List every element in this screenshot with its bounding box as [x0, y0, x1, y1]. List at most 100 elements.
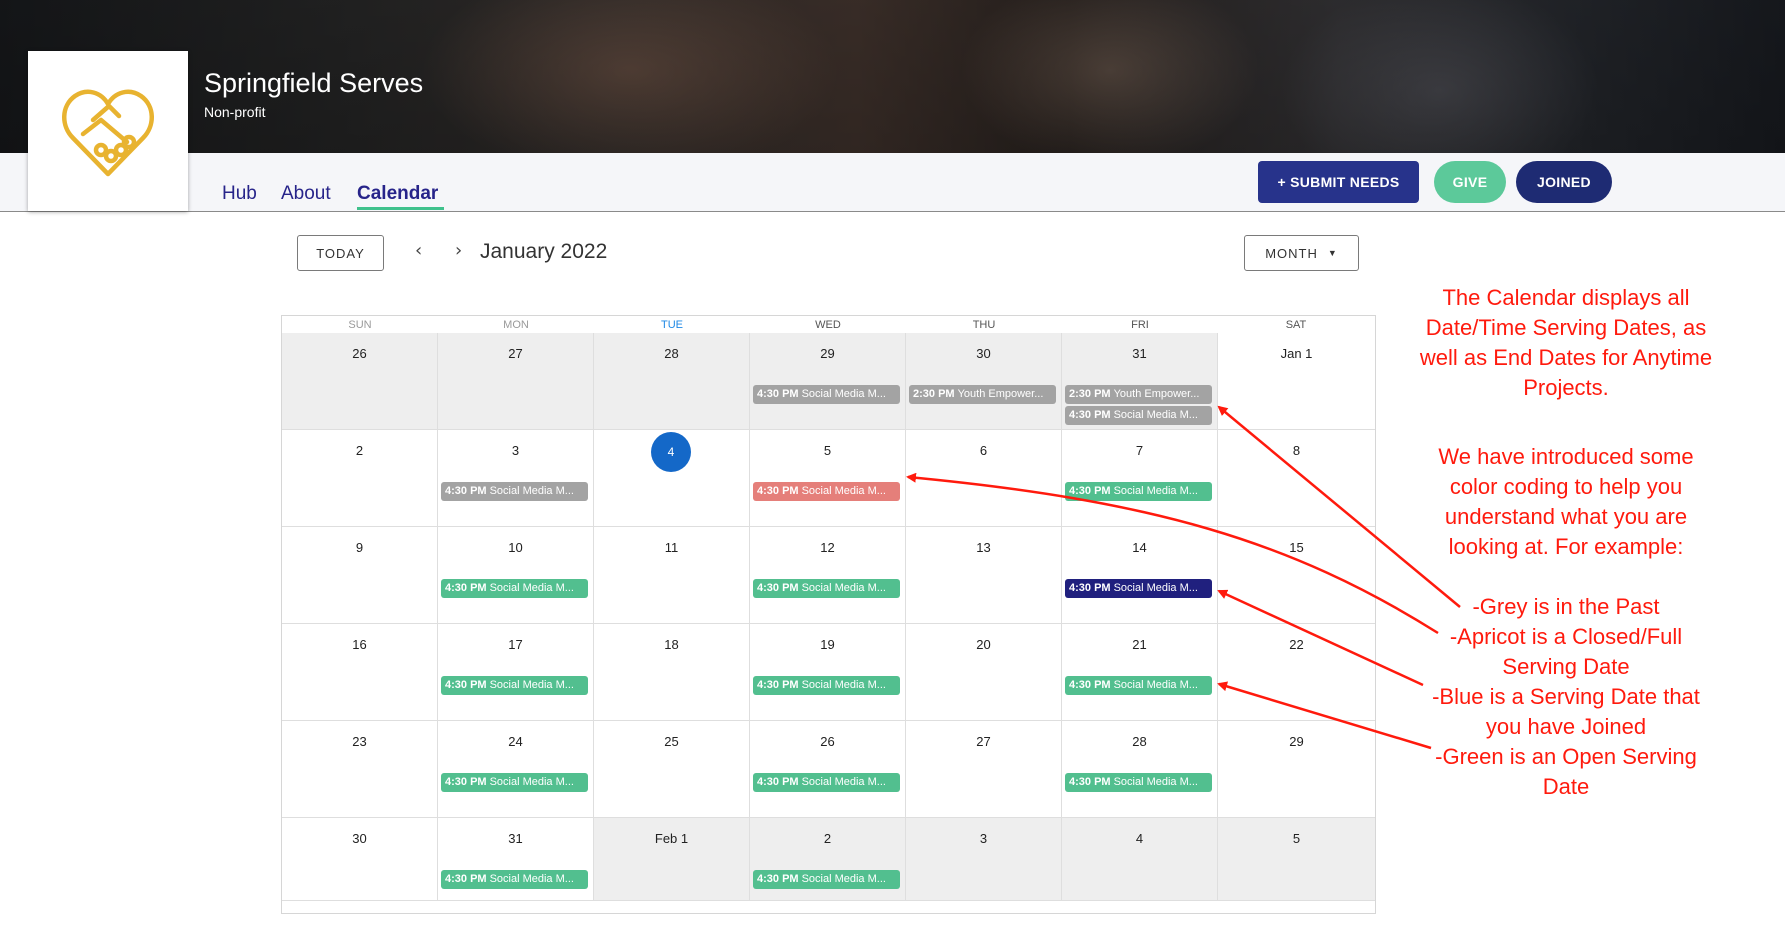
day-cell[interactable]: 14 4:30 PM Social Media M...	[1062, 527, 1218, 624]
day-cell[interactable]: 6	[906, 430, 1062, 527]
day-cell[interactable]: 16	[282, 624, 438, 721]
event-title: Social Media M...	[801, 679, 886, 691]
tab-calendar[interactable]: Calendar	[357, 183, 438, 205]
day-cell[interactable]: Jan 1	[1218, 333, 1375, 430]
day-cell[interactable]: 27	[906, 721, 1062, 818]
day-cell[interactable]: Feb 1	[594, 818, 750, 901]
day-cell[interactable]: 13	[906, 527, 1062, 624]
joined-button[interactable]: JOINED	[1516, 161, 1612, 203]
event-joined[interactable]: 4:30 PM Social Media M...	[1065, 579, 1212, 598]
day-cell[interactable]: 3	[906, 818, 1062, 901]
day-cell[interactable]: 21 4:30 PM Social Media M...	[1062, 624, 1218, 721]
day-number: 31	[508, 831, 523, 846]
day-cell[interactable]: 9	[282, 527, 438, 624]
annotation-legend-line: -Green is an Open Serving	[1435, 744, 1697, 769]
day-number: 3	[979, 831, 988, 846]
today-marker[interactable]: 4	[651, 432, 691, 472]
event-open[interactable]: 4:30 PM Social Media M...	[441, 773, 588, 792]
day-cell[interactable]: 31 2:30 PM Youth Empower... 4:30 PM Social M…	[1062, 333, 1218, 430]
day-number: 15	[1289, 540, 1304, 555]
event-title: Social Media M...	[489, 873, 574, 885]
day-cell[interactable]: 4	[594, 430, 750, 527]
event-past[interactable]: 4:30 PM Social Media M...	[1065, 406, 1212, 425]
event-past[interactable]: 4:30 PM Social Media M...	[441, 482, 588, 501]
day-cell[interactable]: 5	[1218, 818, 1375, 901]
day-cell[interactable]: 5 4:30 PM Social Media M...	[750, 430, 906, 527]
annotation-legend: -Grey is in the Past -Apricot is a Closed…	[1388, 592, 1744, 802]
day-number: 5	[1292, 831, 1301, 846]
event-open[interactable]: 4:30 PM Social Media M...	[1065, 773, 1212, 792]
day-cell[interactable]: 26 4:30 PM Social Media M...	[750, 721, 906, 818]
day-cell[interactable]: 10 4:30 PM Social Media M...	[438, 527, 594, 624]
day-number: Jan 1	[1280, 346, 1313, 361]
day-cell[interactable]: 19 4:30 PM Social Media M...	[750, 624, 906, 721]
day-cell[interactable]: 28 4:30 PM Social Media M...	[1062, 721, 1218, 818]
day-cell[interactable]: 26	[282, 333, 438, 430]
day-number: 29	[820, 346, 835, 361]
event-closed[interactable]: 4:30 PM Social Media M...	[753, 482, 900, 501]
day-number: 30	[352, 831, 367, 846]
day-cell[interactable]: 29 4:30 PM Social Media M...	[750, 333, 906, 430]
day-cell[interactable]: 18	[594, 624, 750, 721]
event-open[interactable]: 4:30 PM Social Media M...	[1065, 676, 1212, 695]
tab-about[interactable]: About	[281, 183, 331, 205]
day-number: 16	[352, 637, 367, 652]
day-cell[interactable]: 17 4:30 PM Social Media M...	[438, 624, 594, 721]
event-open[interactable]: 4:30 PM Social Media M...	[441, 676, 588, 695]
day-number: 17	[508, 637, 523, 652]
day-cell[interactable]: 7 4:30 PM Social Media M...	[1062, 430, 1218, 527]
event-past[interactable]: 4:30 PM Social Media M...	[753, 385, 900, 404]
event-open[interactable]: 4:30 PM Social Media M...	[753, 870, 900, 889]
chevron-left-icon[interactable]: ‹	[415, 240, 422, 261]
event-time: 4:30 PM	[1069, 679, 1111, 691]
view-select[interactable]: MONTH ▼	[1244, 235, 1359, 271]
submit-needs-button[interactable]: + SUBMIT NEEDS	[1258, 161, 1419, 203]
day-cell[interactable]: 25	[594, 721, 750, 818]
day-cell[interactable]: 22	[1218, 624, 1375, 721]
day-number: 25	[664, 734, 679, 749]
event-open[interactable]: 4:30 PM Social Media M...	[753, 773, 900, 792]
event-open[interactable]: 4:30 PM Social Media M...	[441, 579, 588, 598]
day-cell[interactable]: 12 4:30 PM Social Media M...	[750, 527, 906, 624]
event-open[interactable]: 4:30 PM Social Media M...	[753, 579, 900, 598]
event-past[interactable]: 2:30 PM Youth Empower...	[1065, 385, 1212, 404]
event-past[interactable]: 2:30 PM Youth Empower...	[909, 385, 1056, 404]
day-cell[interactable]: 24 4:30 PM Social Media M...	[438, 721, 594, 818]
day-cell[interactable]: 29	[1218, 721, 1375, 818]
chevron-right-icon[interactable]: ›	[455, 240, 462, 261]
give-button[interactable]: GIVE	[1434, 161, 1506, 203]
day-cell[interactable]: 20	[906, 624, 1062, 721]
day-cell[interactable]: 8	[1218, 430, 1375, 527]
event-time: 4:30 PM	[757, 485, 799, 497]
day-cell[interactable]: 30 2:30 PM Youth Empower...	[906, 333, 1062, 430]
day-number: 28	[1132, 734, 1147, 749]
weekday-thu: THU	[972, 319, 996, 331]
today-button[interactable]: TODAY	[297, 235, 384, 271]
day-number: 28	[664, 346, 679, 361]
day-cell[interactable]: 30	[282, 818, 438, 901]
day-cell[interactable]: 11	[594, 527, 750, 624]
day-cell[interactable]: 2	[282, 430, 438, 527]
handshake-heart-icon	[62, 89, 154, 177]
day-cell[interactable]: 28	[594, 333, 750, 430]
event-open[interactable]: 4:30 PM Social Media M...	[753, 676, 900, 695]
event-open[interactable]: 4:30 PM Social Media M...	[441, 870, 588, 889]
event-open[interactable]: 4:30 PM Social Media M...	[1065, 482, 1212, 501]
day-number: 21	[1132, 637, 1147, 652]
day-cell[interactable]: 15	[1218, 527, 1375, 624]
annotation-intro-line: well as End Dates for Anytime	[1419, 345, 1713, 370]
annotation-color-coding: We have introduced some color coding to h…	[1388, 442, 1744, 562]
day-number: 11	[664, 540, 679, 555]
day-cell[interactable]: 4	[1062, 818, 1218, 901]
event-time: 4:30 PM	[445, 485, 487, 497]
day-cell[interactable]: 31 4:30 PM Social Media M...	[438, 818, 594, 901]
weekday-header: SUN MON TUE WED THU FRI SAT	[282, 316, 1377, 333]
day-cell[interactable]: 2 4:30 PM Social Media M...	[750, 818, 906, 901]
annotation-coding-line: understand what you are	[1444, 504, 1688, 529]
day-cell[interactable]: 3 4:30 PM Social Media M...	[438, 430, 594, 527]
day-cell[interactable]: 23	[282, 721, 438, 818]
tab-hub[interactable]: Hub	[222, 183, 257, 205]
day-cell[interactable]: 27	[438, 333, 594, 430]
weekday-wed: WED	[815, 319, 841, 331]
day-number: 24	[508, 734, 523, 749]
